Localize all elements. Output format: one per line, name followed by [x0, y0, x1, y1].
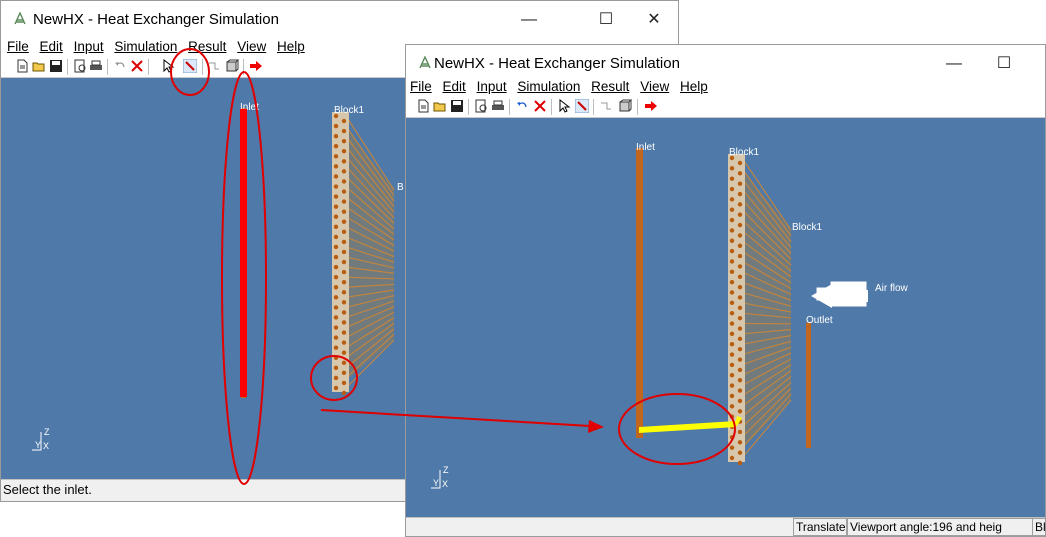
toolbar-highlight-circle [170, 48, 210, 96]
pointer-arrow-line [320, 409, 591, 427]
inlet-red-marker [240, 109, 247, 397]
block-corner-circle [310, 355, 358, 401]
connection-highlight-ellipse [618, 393, 736, 465]
pointer-arrow-head [588, 420, 604, 433]
annotation-overlay [170, 48, 736, 485]
